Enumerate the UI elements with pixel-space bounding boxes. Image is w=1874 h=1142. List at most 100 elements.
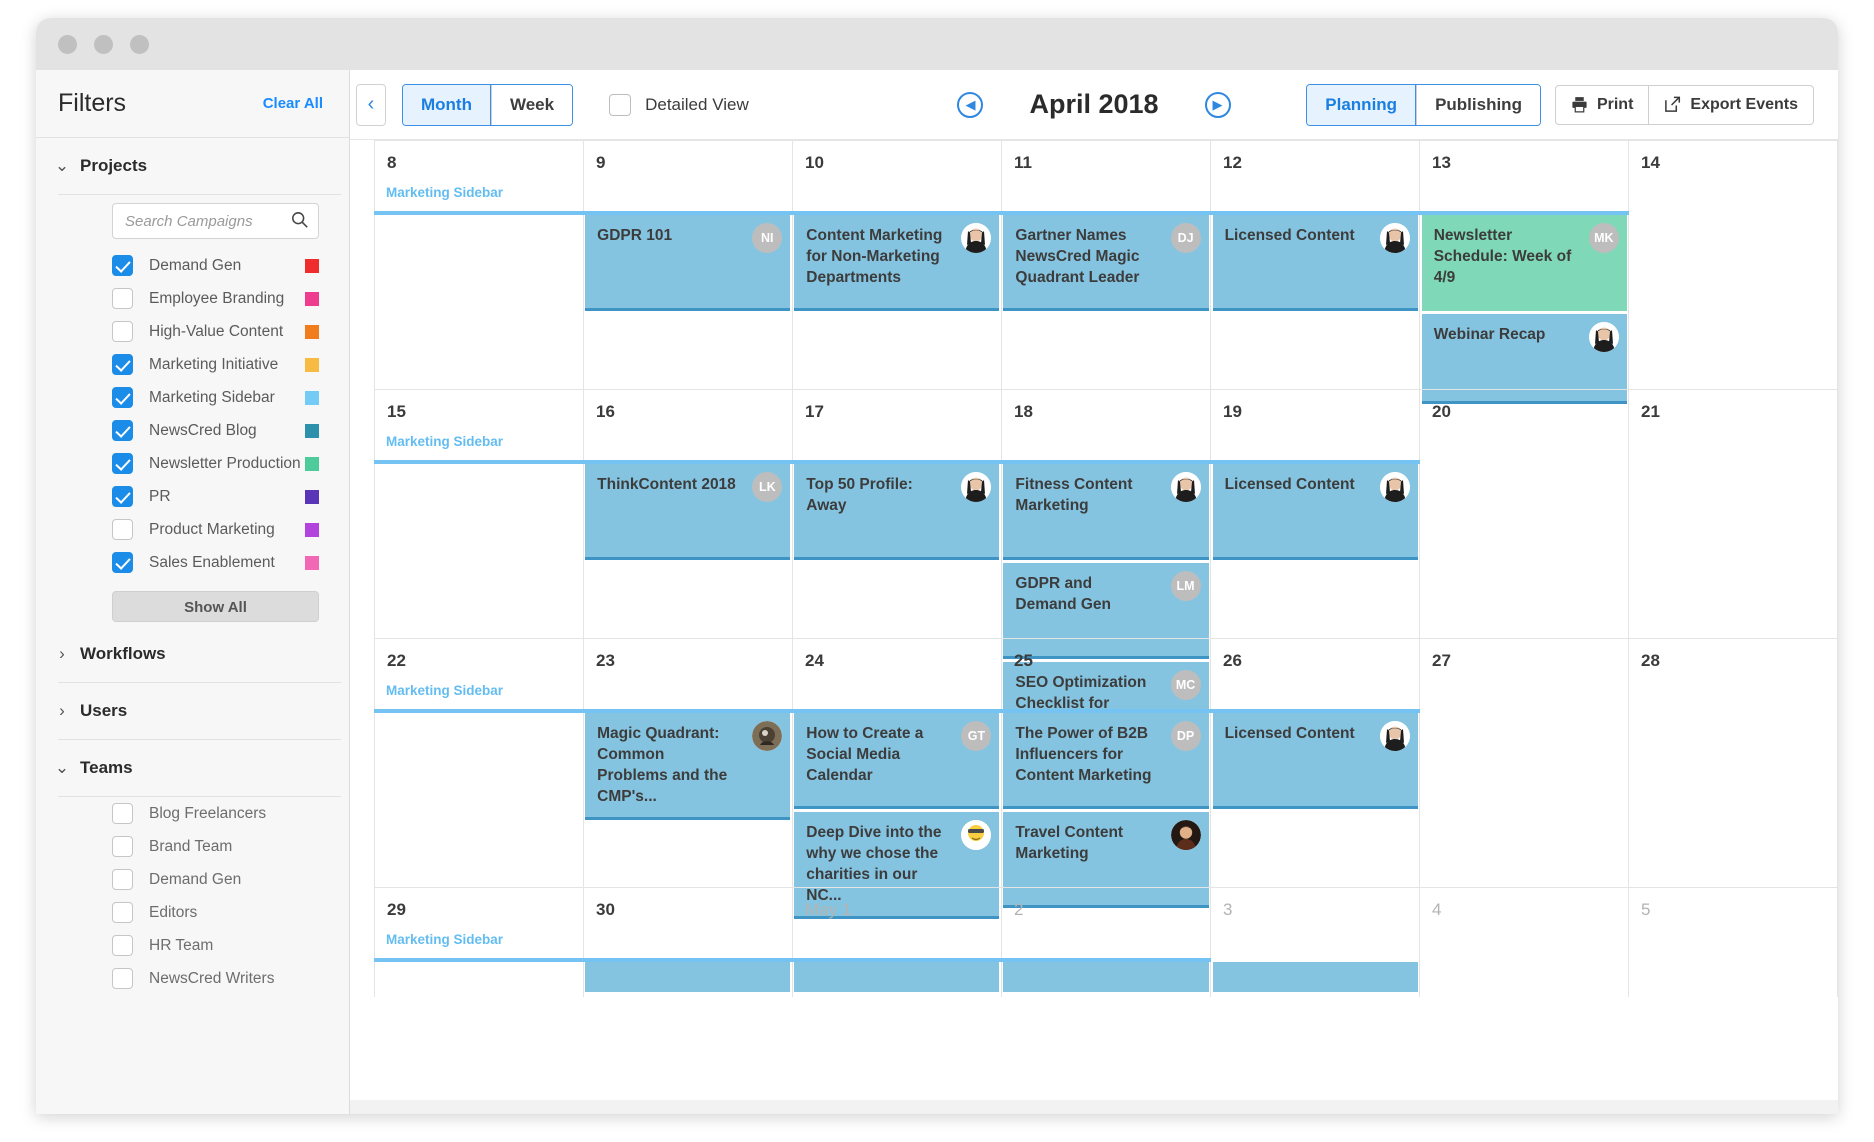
allday-event-label[interactable]: Marketing Sidebar [386, 683, 503, 698]
team-checkbox[interactable] [112, 803, 133, 824]
avatar [1379, 472, 1410, 502]
day-number: 22 [387, 651, 406, 670]
sidebar-section-projects[interactable]: ⌄ Projects [36, 138, 349, 194]
project-filter-row[interactable]: High-Value Content [36, 315, 349, 348]
team-filter-row[interactable]: HR Team [36, 929, 349, 962]
calendar-event[interactable]: Gartner Names NewsCred Magic Quadrant Le… [1003, 215, 1209, 311]
collapse-sidebar-button[interactable]: ‹ [356, 83, 386, 126]
filters-title: Filters [58, 89, 127, 117]
calendar-event[interactable]: GDPR 101 NI [585, 215, 791, 311]
calendar-event[interactable]: Licensed Content [1212, 215, 1418, 311]
project-filter-row[interactable]: Product Marketing [36, 513, 349, 546]
search-campaigns-input[interactable] [112, 203, 319, 239]
team-filter-row[interactable]: Blog Freelancers [36, 797, 349, 830]
calendar-event[interactable]: Content Marketing for Non-Marketing Depa… [794, 215, 1000, 311]
project-filter-row[interactable]: Employee Branding [36, 282, 349, 315]
project-checkbox[interactable] [112, 453, 133, 474]
allday-event-label[interactable]: Marketing Sidebar [386, 932, 503, 947]
team-checkbox[interactable] [112, 902, 133, 923]
event-title: Licensed Content [1224, 725, 1355, 742]
day-event-column: Fitness Content Marketing GDPR and Demand… [1001, 464, 1210, 758]
project-checkbox[interactable] [112, 288, 133, 309]
team-label: Brand Team [149, 837, 233, 855]
sidebar-section-users[interactable]: › Users [36, 683, 349, 739]
calendar-event[interactable]: Magic Quadrant: Common Problems and the … [585, 713, 791, 820]
calendar-event[interactable]: The Power of B2B Influencers for Content… [1003, 713, 1209, 809]
calendar-event[interactable] [1003, 962, 1209, 992]
detailed-view-toggle[interactable]: Detailed View [609, 93, 749, 116]
calendar-event[interactable]: ThinkContent 2018 LK [585, 464, 791, 560]
calendar-event[interactable]: Top 50 Profile: Away [794, 464, 1000, 560]
calendar-event[interactable] [1212, 962, 1418, 992]
prev-month-button[interactable]: ◀ [957, 91, 984, 118]
divider [58, 194, 341, 195]
day-number: 25 [1014, 651, 1033, 670]
calendar-event[interactable]: How to Create a Social Media Calendar GT [794, 713, 1000, 809]
calendar-event[interactable]: Licensed Content [1212, 713, 1418, 809]
project-checkbox[interactable] [112, 354, 133, 375]
team-filter-row[interactable]: Demand Gen [36, 863, 349, 896]
circle-next-icon: ▶ [1212, 96, 1223, 112]
sidebar-section-workflows[interactable]: › Workflows [36, 626, 349, 682]
project-checkbox[interactable] [112, 486, 133, 507]
tab-publishing[interactable]: Publishing [1416, 84, 1540, 125]
tab-planning[interactable]: Planning [1307, 84, 1417, 125]
window-body: Filters Clear All ⌄ Projects Demand G [36, 70, 1838, 1114]
team-label: Blog Freelancers [149, 804, 267, 822]
calendar-event[interactable]: Licensed Content [1212, 464, 1418, 560]
team-checkbox[interactable] [112, 935, 133, 956]
day-event-column: GDPR 101 NI [583, 215, 792, 389]
project-label: High-Value Content [149, 322, 284, 340]
project-checkbox[interactable] [112, 387, 133, 408]
window-minimize-dot[interactable] [94, 34, 113, 54]
team-checkbox[interactable] [112, 968, 133, 989]
day-event-column [1420, 464, 1629, 638]
event-title: GDPR 101 [597, 227, 673, 244]
team-label: Demand Gen [149, 870, 242, 888]
calendar-event[interactable]: Newsletter Schedule: Week of 4/9 MK [1421, 215, 1627, 311]
window-close-dot[interactable] [58, 34, 77, 54]
avatar: DJ [1170, 223, 1201, 253]
next-month-button[interactable]: ▶ [1204, 91, 1231, 118]
event-title: GDPR and Demand Gen [1015, 575, 1112, 613]
team-checkbox[interactable] [112, 869, 133, 890]
external-link-icon [1665, 96, 1681, 112]
project-checkbox[interactable] [112, 519, 133, 540]
project-checkbox[interactable] [112, 552, 133, 573]
project-filter-row[interactable]: Marketing Sidebar [36, 381, 349, 414]
project-filter-row[interactable]: NewsCred Blog [36, 414, 349, 447]
detailed-view-checkbox[interactable] [609, 93, 632, 116]
show-all-button[interactable]: Show All [112, 591, 319, 622]
team-filter-row[interactable]: Brand Team [36, 830, 349, 863]
clear-all-button[interactable]: Clear All [263, 95, 323, 112]
project-checkbox[interactable] [112, 255, 133, 276]
calendar-event[interactable] [585, 962, 791, 992]
allday-event-label[interactable]: Marketing Sidebar [386, 185, 503, 200]
event-title: Newsletter Schedule: Week of 4/9 [1433, 227, 1572, 286]
day-number: 16 [596, 402, 615, 421]
print-button[interactable]: Print [1554, 84, 1650, 125]
project-filter-row[interactable]: Demand Gen [36, 249, 349, 282]
day-number: 29 [387, 900, 406, 919]
export-events-label: Export Events [1690, 95, 1798, 113]
view-mode-week[interactable]: Week [490, 84, 573, 125]
calendar-event[interactable] [794, 962, 1000, 992]
project-checkbox[interactable] [112, 321, 133, 342]
export-events-button[interactable]: Export Events [1649, 84, 1814, 125]
project-label: NewsCred Blog [149, 421, 257, 439]
sidebar-section-teams[interactable]: ⌄ Teams [36, 740, 349, 796]
filters-header: Filters Clear All [36, 70, 349, 138]
project-filter-row[interactable]: PR [36, 480, 349, 513]
view-mode-month[interactable]: Month [403, 84, 491, 125]
project-filter-row[interactable]: Newsletter Production [36, 447, 349, 480]
project-filter-row[interactable]: Sales Enablement [36, 546, 349, 579]
window-maximize-dot[interactable] [130, 34, 149, 54]
allday-event-label[interactable]: Marketing Sidebar [386, 434, 503, 449]
day-events-layer: Magic Quadrant: Common Problems and the … [374, 713, 1838, 919]
team-checkbox[interactable] [112, 836, 133, 857]
project-checkbox[interactable] [112, 420, 133, 441]
team-filter-row[interactable]: Editors [36, 896, 349, 929]
project-filter-row[interactable]: Marketing Initiative [36, 348, 349, 381]
team-filter-row[interactable]: NewsCred Writers [36, 962, 349, 995]
calendar-event[interactable]: Fitness Content Marketing [1003, 464, 1209, 560]
